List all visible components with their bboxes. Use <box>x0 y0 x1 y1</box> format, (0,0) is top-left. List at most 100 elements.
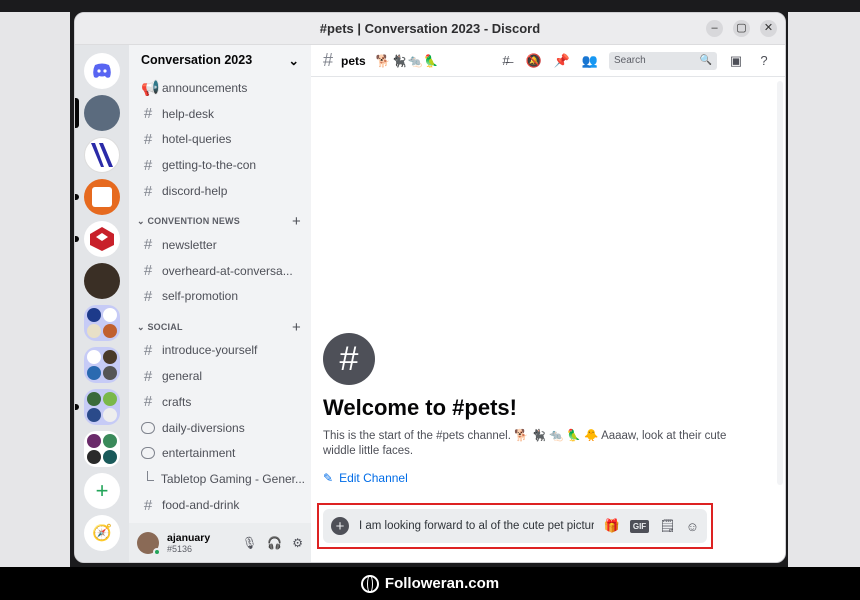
folder-mini <box>103 324 117 338</box>
watermark-text: Followeran.com <box>384 575 500 592</box>
user-info[interactable]: ajanuary #5136 <box>167 532 234 554</box>
thread-tabletop-gaming[interactable]: Tabletop Gaming - Gener... <box>135 466 305 492</box>
server-icon-orange[interactable] <box>75 179 120 215</box>
message-composer[interactable]: + I am looking forward to al of the cute… <box>323 509 707 543</box>
guild-header[interactable]: Conversation 2023 ⌄ <box>129 45 311 75</box>
hash-icon: # <box>143 182 153 200</box>
category-social[interactable]: ⌄ SOCIAL + <box>135 309 305 337</box>
channel-header: # pets 🐕🐈‍⬛🐀🦜 #̶ 🔕 📌 👥 Search 🔍 ▣ ? <box>311 45 785 77</box>
folder-mini <box>103 350 117 364</box>
explore-servers-button[interactable]: 🧭 <box>84 515 120 551</box>
add-channel-icon[interactable]: + <box>292 213 301 230</box>
channel-hotel-queries[interactable]: # hotel-queries <box>135 127 305 153</box>
chat-main: # pets 🐕🐈‍⬛🐀🦜 #̶ 🔕 📌 👥 Search 🔍 ▣ ? <box>311 45 785 562</box>
server-folder-2[interactable] <box>84 347 120 383</box>
compass-icon: 🧭 <box>92 525 112 542</box>
unread-pill <box>75 194 79 200</box>
discord-logo-icon <box>93 63 111 78</box>
maximize-button[interactable]: ▢ <box>733 20 750 37</box>
inbox-icon[interactable]: ▣ <box>727 53 745 69</box>
guild-name: Conversation 2023 <box>141 53 253 67</box>
channel-announcements[interactable]: 📢 announcements <box>135 75 305 101</box>
thread-branch-icon <box>147 471 154 482</box>
minimize-button[interactable]: – <box>706 20 723 37</box>
folder-mini <box>87 308 101 322</box>
category-label: SOCIAL <box>147 321 183 332</box>
channel-introduce-yourself[interactable]: # introduce-yourself <box>135 337 305 363</box>
close-button[interactable]: ✕ <box>760 20 777 37</box>
member-list-icon[interactable]: 👥 <box>581 53 599 69</box>
pin-icon[interactable]: 📌 <box>553 53 571 69</box>
search-input[interactable]: Search 🔍 <box>609 51 717 70</box>
server-icon-v[interactable] <box>84 137 120 173</box>
server-icon-features[interactable] <box>84 263 120 299</box>
add-channel-icon[interactable]: + <box>292 319 301 336</box>
add-server-button[interactable]: + <box>84 473 120 509</box>
globe-icon <box>360 574 379 593</box>
channel-help-desk[interactable]: # help-desk <box>135 101 305 127</box>
scrollbar[interactable] <box>777 81 783 485</box>
plus-icon: + <box>95 478 109 503</box>
online-status-icon <box>153 548 161 556</box>
gear-icon[interactable]: ⚙ <box>292 536 303 550</box>
help-icon[interactable]: ? <box>755 53 773 68</box>
channel-label: overheard-at-conversa... <box>162 263 293 278</box>
channel-getting-to-the-con[interactable]: # getting-to-the-con <box>135 152 305 178</box>
channel-label: getting-to-the-con <box>162 158 257 173</box>
title-bar: #pets | Conversation 2023 - Discord – ▢ … <box>75 13 785 45</box>
folder-mini <box>103 366 117 380</box>
channel-topic-emojis: 🐕🐈‍⬛🐀🦜 <box>375 53 440 68</box>
edit-channel-label: Edit Channel <box>339 471 408 485</box>
server-folder-1[interactable] <box>84 305 120 341</box>
channel-label: Tabletop Gaming - Gener... <box>160 472 305 487</box>
channel-general[interactable]: # general <box>135 363 305 389</box>
channel-name: pets <box>341 53 366 68</box>
channel-label: self-promotion <box>162 289 239 304</box>
selected-pill <box>75 98 79 128</box>
category-convention-news[interactable]: ⌄ CONVENTION NEWS + <box>135 204 305 232</box>
server-icon-red-cube[interactable] <box>75 221 120 257</box>
discord-window: #pets | Conversation 2023 - Discord – ▢ … <box>74 12 786 563</box>
microphone-icon[interactable]: 🎙 <box>242 536 257 550</box>
channel-crafts[interactable]: # crafts <box>135 389 305 415</box>
channel-welcome: # Welcome to #pets! This is the start of… <box>323 333 763 485</box>
hash-icon: # <box>143 393 153 411</box>
forum-icon <box>141 421 155 434</box>
gif-button[interactable]: GIF <box>629 519 650 533</box>
gift-icon[interactable]: 🎁 <box>604 518 620 534</box>
channel-label: food-and-drink <box>162 498 240 513</box>
threads-icon[interactable]: #̶ <box>497 53 515 68</box>
emoji-icon[interactable]: ☺ <box>686 519 699 534</box>
message-input[interactable]: I am looking forward to al of the cute p… <box>359 520 594 532</box>
discord-home-button[interactable] <box>84 53 120 89</box>
backdrop-left <box>0 12 70 567</box>
folder-mini <box>103 450 117 464</box>
channel-list: 📢 announcements # help-desk # hotel-queries… <box>129 75 311 523</box>
window-title: #pets | Conversation 2023 - Discord <box>319 21 541 36</box>
channel-overheard[interactable]: # overheard-at-conversa... <box>135 258 305 284</box>
server-folder-4[interactable] <box>84 431 120 467</box>
channel-label: newsletter <box>162 237 217 252</box>
folder-mini <box>103 308 117 322</box>
hash-icon: # <box>143 341 153 359</box>
attach-plus-icon[interactable]: + <box>331 517 349 535</box>
avatar[interactable] <box>137 532 161 556</box>
channel-self-promotion[interactable]: # self-promotion <box>135 284 305 310</box>
channel-discord-help[interactable]: # discord-help <box>135 178 305 204</box>
user-tag: #5136 <box>167 544 193 554</box>
folder-mini <box>87 324 101 338</box>
edit-channel-link[interactable]: ✎ Edit Channel <box>323 471 763 485</box>
channel-daily-diversions[interactable]: daily-diversions <box>135 415 305 441</box>
server-folder-3[interactable] <box>75 389 120 425</box>
chevron-down-icon: ⌄ <box>137 216 148 227</box>
server-icon-robots[interactable] <box>75 95 120 131</box>
mute-bell-icon[interactable]: 🔕 <box>525 53 543 69</box>
channel-food-and-drink[interactable]: # food-and-drink <box>135 492 305 518</box>
sticker-icon[interactable]: 🗒 <box>659 518 676 534</box>
headphones-icon[interactable]: 🎧 <box>267 536 282 550</box>
username: ajanuary <box>167 532 211 544</box>
channel-newsletter[interactable]: # newsletter <box>135 232 305 258</box>
channel-entertainment[interactable]: entertainment <box>135 441 305 467</box>
folder-mini <box>103 392 117 406</box>
hash-icon: # <box>143 156 153 174</box>
